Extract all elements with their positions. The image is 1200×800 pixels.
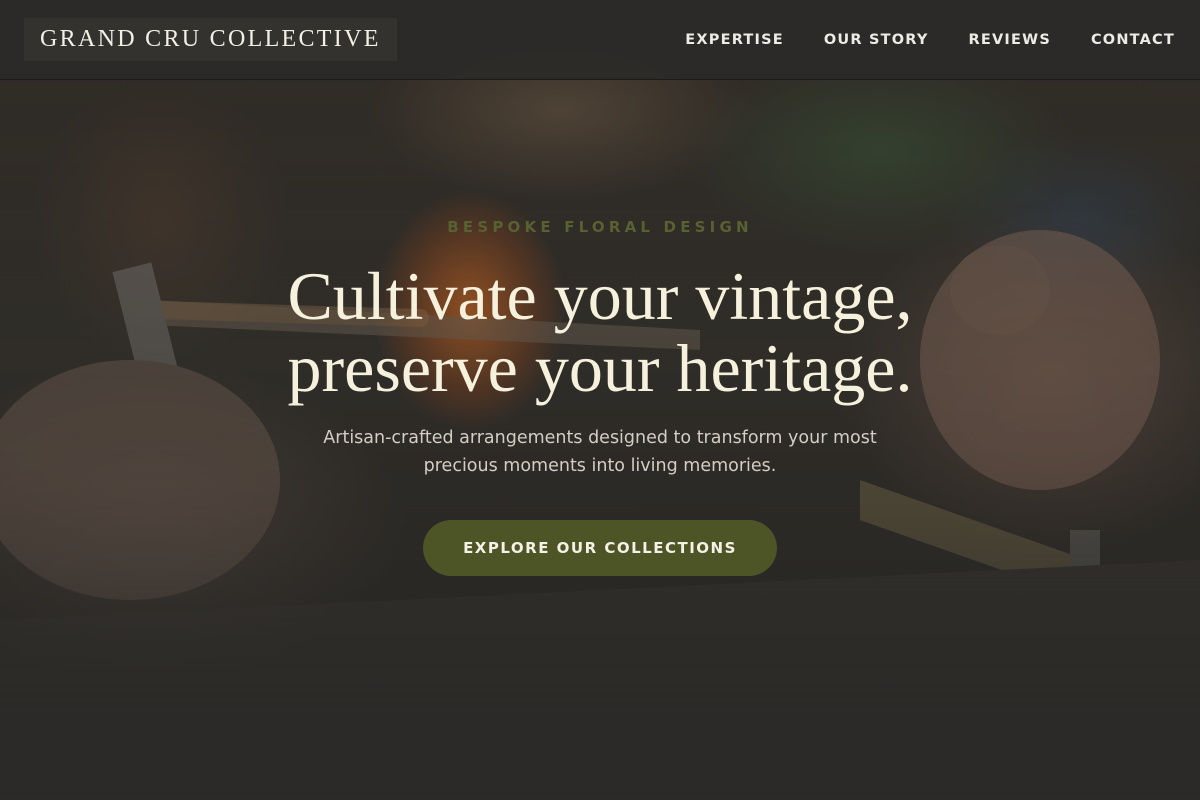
landing-page: GRAND CRU COLLECTIVE EXPERTISE OUR STORY… bbox=[0, 0, 1200, 800]
hero-headline: Cultivate your vintage, preserve your he… bbox=[0, 260, 1200, 404]
hero-eyebrow: BESPOKE FLORAL DESIGN bbox=[447, 218, 753, 236]
nav-link-expertise[interactable]: EXPERTISE bbox=[685, 32, 784, 48]
hero-subtext: Artisan-crafted arrangements designed to… bbox=[323, 428, 877, 476]
explore-collections-button[interactable]: EXPLORE OUR COLLECTIONS bbox=[423, 520, 777, 576]
nav-link-contact[interactable]: CONTACT bbox=[1091, 32, 1175, 48]
top-navbar: GRAND CRU COLLECTIVE EXPERTISE OUR STORY… bbox=[0, 0, 1200, 80]
hero-headline-line-1: Cultivate your vintage, bbox=[287, 258, 913, 334]
main-nav: EXPERTISE OUR STORY REVIEWS CONTACT bbox=[645, 32, 1175, 48]
hero-section: BESPOKE FLORAL DESIGN Cultivate your vin… bbox=[0, 218, 1200, 576]
nav-link-our-story[interactable]: OUR STORY bbox=[824, 32, 929, 48]
brand-logo-link[interactable]: GRAND CRU COLLECTIVE bbox=[24, 18, 397, 61]
nav-link-reviews[interactable]: REVIEWS bbox=[969, 32, 1051, 48]
hero-headline-line-2: preserve your heritage. bbox=[287, 330, 913, 406]
